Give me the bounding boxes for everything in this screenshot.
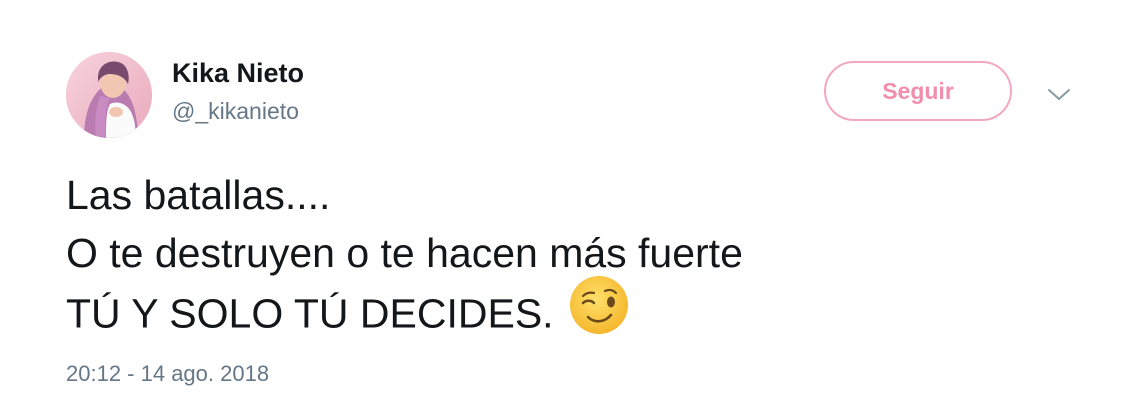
follow-button-label: Seguir: [882, 77, 954, 104]
chevron-down-icon: [1048, 89, 1070, 100]
tweet-card: Kika Nieto @_kikanieto Seguir Las batall…: [0, 0, 1136, 404]
follow-button[interactable]: Seguir: [824, 61, 1012, 121]
tweet-line: TÚ Y SOLO TÚ DECIDES.: [66, 276, 743, 340]
tweet-line: Las batallas....: [66, 172, 331, 218]
tweet-line: O te destruyen o te hacen más fuerte: [66, 230, 743, 276]
avatar[interactable]: [66, 52, 152, 138]
user-handle[interactable]: @_kikanieto: [172, 96, 299, 126]
more-options-button[interactable]: [1044, 80, 1074, 110]
tweet-text: Las batallas.... O te destruyen o te hac…: [66, 166, 743, 340]
winking-face-emoji-icon: [568, 274, 630, 351]
display-name[interactable]: Kika Nieto: [172, 56, 304, 90]
tweet-line-text: TÚ Y SOLO TÚ DECIDES.: [66, 290, 554, 337]
tweet-timestamp[interactable]: 20:12 - 14 ago. 2018: [66, 360, 269, 388]
profile-photo-icon: [66, 52, 152, 138]
